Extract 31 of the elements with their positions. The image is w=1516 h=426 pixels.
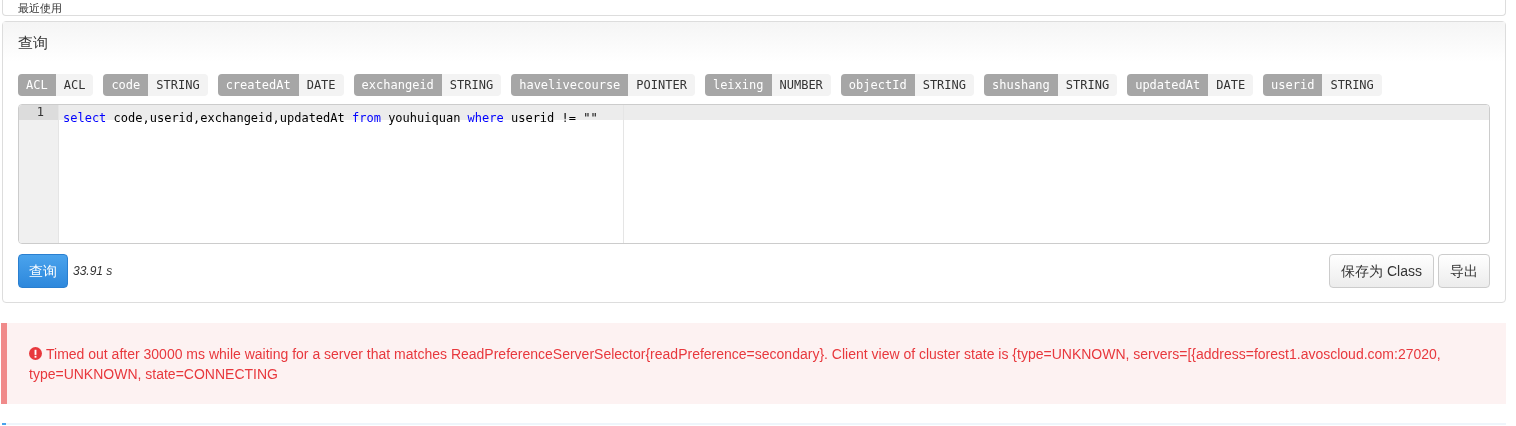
panel-title: 最近使用	[18, 2, 62, 15]
save-as-class-button[interactable]: 保存为 Class	[1329, 254, 1434, 288]
elapsed-time: 33.91 s	[73, 263, 113, 280]
field-name[interactable]: havelivecourse	[511, 74, 629, 96]
run-query-button[interactable]: 查询	[18, 254, 68, 288]
code-line: select code,userid,exchangeid,updatedAt from youhuiquan where userid != ""	[63, 111, 598, 125]
panel-title: 查询	[18, 34, 48, 51]
field-type: STRING	[148, 74, 208, 96]
field-name[interactable]: objectId	[840, 74, 915, 96]
field-name[interactable]: createdAt	[217, 74, 299, 96]
field-name[interactable]: shushang	[984, 74, 1058, 96]
field-name[interactable]: userid	[1263, 74, 1323, 96]
field-name[interactable]: exchangeid	[353, 74, 442, 96]
field-type: STRING	[1057, 74, 1118, 96]
field-name[interactable]: leixing	[704, 74, 772, 96]
field-type: DATE	[298, 74, 344, 96]
field-type: DATE	[1208, 74, 1254, 96]
field-name[interactable]: updatedAt	[1127, 74, 1209, 96]
field-type: ACL	[55, 74, 94, 96]
field-type: NUMBER	[771, 74, 831, 96]
field-type: STRING	[914, 74, 974, 96]
field-name[interactable]: ACL	[18, 74, 56, 96]
line-number: 1	[36, 105, 44, 119]
field-type: POINTER	[628, 74, 695, 96]
field-type: STRING	[441, 74, 502, 96]
field-name[interactable]: code	[103, 74, 149, 96]
error-message: Timed out after 30000 ms while waiting for a server that matches ReadPreferenceServerSelector{readPreference=secondary}. Client view of cluster state is {type=UNKNOWN, servers=[{address=forest1.avoscloud.com:27020, type=UNKNOWN, state=CONNECTING	[29, 344, 1442, 384]
code-editor[interactable]: 1 select code,userid,exchangeid,updatedAt from youhuiquan where userid != ""	[18, 104, 1490, 244]
error-icon	[29, 346, 42, 360]
export-button[interactable]: 导出	[1438, 254, 1490, 288]
field-type: STRING	[1322, 74, 1382, 96]
